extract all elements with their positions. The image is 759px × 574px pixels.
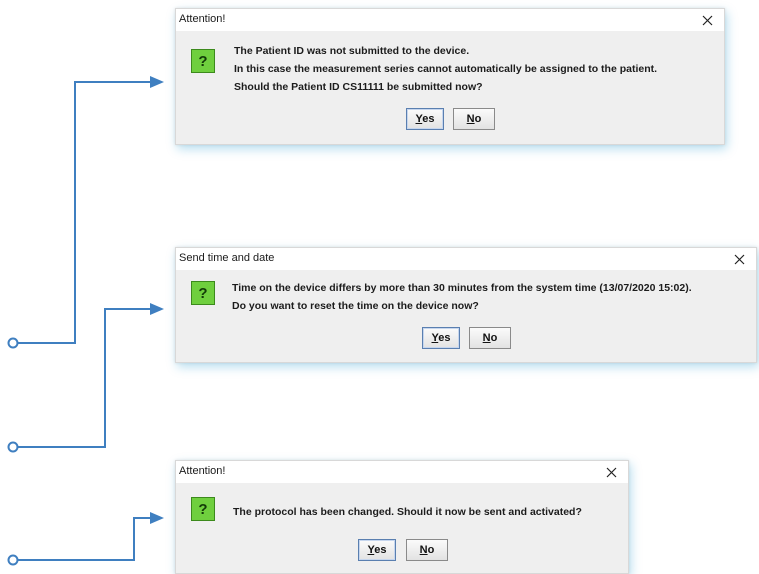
message-line: Should the Patient ID CS11111 be submitt… [234,81,483,93]
close-button[interactable] [698,9,716,31]
dialog-titlebar: Send time and date [176,248,756,270]
protocol-changed-dialog: Attention! ? The protocol has been chang… [175,460,629,574]
question-icon: ? [191,281,215,305]
yes-button[interactable]: Yes [422,327,460,349]
no-button[interactable]: No [469,327,511,349]
dialog-message: The protocol has been changed. Should it… [233,503,582,521]
dialog-titlebar: Attention! [176,9,724,31]
close-button[interactable] [602,461,620,483]
message-line: The protocol has been changed. Should it… [233,506,582,518]
arrowhead-1 [150,76,164,88]
dialog-title: Send time and date [179,252,275,264]
message-line: In this case the measurement series cann… [234,63,658,75]
no-button[interactable]: No [453,108,495,130]
dialog-title: Attention! [179,13,226,25]
dialog-title: Attention! [179,465,226,477]
send-time-dialog: Send time and date ? Time on the device … [175,247,757,363]
connector-start-1 [7,337,19,349]
yes-button-label: Yes [431,332,451,344]
question-icon: ? [191,497,215,521]
patient-id-dialog: Attention! ? The Patient ID was not subm… [175,8,725,145]
arrowhead-2 [150,303,164,315]
message-line: Time on the device differs by more than … [232,282,692,294]
no-button[interactable]: No [406,539,448,561]
connector-line-3 [13,517,150,561]
close-button[interactable] [730,248,748,270]
no-button-label: No [466,113,482,125]
close-icon [734,254,744,264]
connector-start-2 [7,441,19,453]
question-icon: ? [191,49,215,73]
close-icon [702,15,712,25]
message-line: The Patient ID was not submitted to the … [234,45,470,57]
connector-line-2 [13,308,150,448]
no-button-label: No [482,332,498,344]
dialog-message: Time on the device differs by more than … [232,279,692,315]
arrowhead-3 [150,512,164,524]
yes-button[interactable]: Yes [358,539,396,561]
connector-start-3 [7,554,19,566]
yes-button-label: Yes [367,544,387,556]
no-button-label: No [419,544,435,556]
dialog-message: The Patient ID was not submitted to the … [234,42,657,96]
yes-button-label: Yes [415,113,435,125]
close-icon [606,467,616,477]
yes-button[interactable]: Yes [406,108,444,130]
dialog-titlebar: Attention! [176,461,628,483]
message-line: Do you want to reset the time on the dev… [232,300,479,312]
connector-line-1 [13,81,150,344]
